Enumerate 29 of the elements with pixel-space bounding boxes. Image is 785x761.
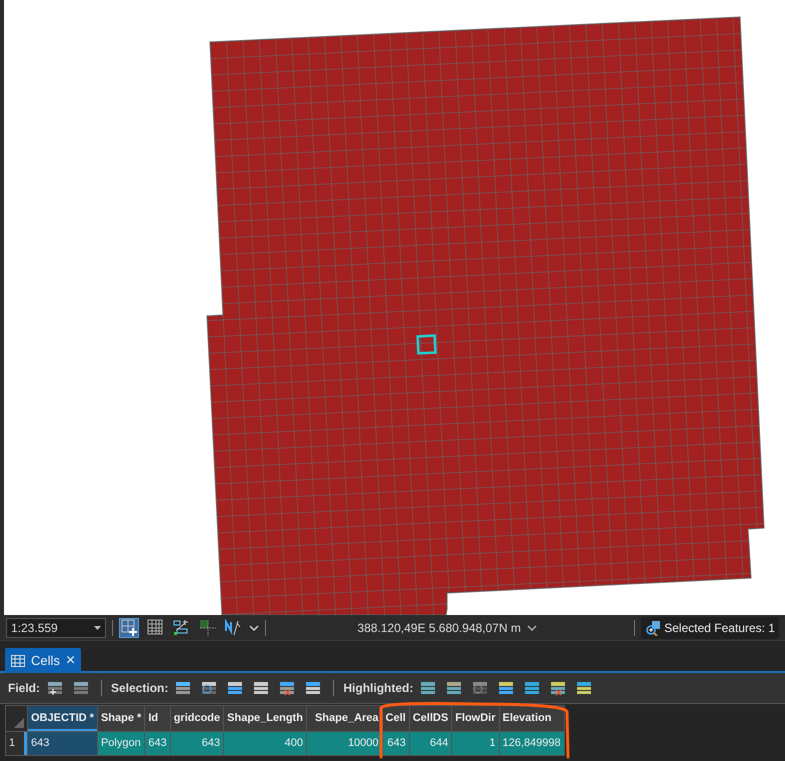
scale-field[interactable]: 1:23.559: [6, 618, 106, 638]
tab[interactable]: Cells ×: [5, 648, 82, 673]
coordinates-text: 388.120,49E 5.680.948,07N m: [357, 620, 521, 636]
table-cell: 10000: [306, 732, 382, 756]
table-cell: 126,849998: [499, 732, 564, 756]
toolbar-label: Highlighted:: [343, 680, 414, 697]
toolbar-label: Field:: [8, 680, 40, 697]
selected-features-text: Selected Features: 1: [664, 620, 775, 636]
column-header[interactable]: Elevation: [499, 706, 564, 732]
column-header[interactable]: Id: [144, 706, 170, 732]
table-cell: 643: [28, 732, 98, 756]
table-cell: 643: [144, 732, 170, 756]
table-cell: Polygon: [97, 732, 145, 756]
row-number[interactable]: 1: [6, 732, 28, 756]
column-header[interactable]: FlowDir: [452, 706, 500, 732]
column-header[interactable]: Cell: [382, 706, 410, 732]
table-cell: 644: [409, 732, 452, 756]
column-header[interactable]: Shape_Length: [224, 706, 306, 732]
table-cell: 1: [452, 732, 500, 756]
column-header[interactable]: Shape *: [97, 706, 145, 732]
close-icon[interactable]: ×: [66, 648, 76, 672]
column-header[interactable]: gridcode: [170, 706, 224, 732]
column-header[interactable]: OBJECTID *: [28, 706, 98, 732]
table-cell: 643: [382, 732, 410, 756]
table-cell: 643: [170, 732, 224, 756]
column-header[interactable]: CellDS: [409, 706, 452, 732]
table-cell: 400: [224, 732, 306, 756]
column-header[interactable]: Shape_Area: [306, 706, 382, 732]
toolbar-label: Selection:: [111, 680, 168, 697]
